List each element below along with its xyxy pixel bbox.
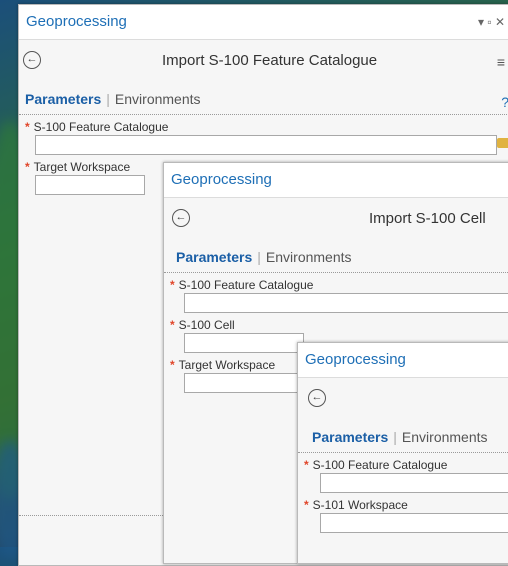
tabs: Parameters | Environments ?	[19, 84, 508, 115]
tab-separator: |	[257, 249, 261, 265]
required-star: *	[304, 458, 309, 472]
pane-title: Geoprocessing	[298, 343, 508, 378]
folder-icon[interactable]	[497, 138, 508, 148]
required-star: *	[170, 318, 175, 332]
back-icon[interactable]: ←	[172, 209, 190, 227]
target-workspace-input[interactable]	[35, 175, 145, 195]
param-label: * S-101 Workspace	[304, 498, 408, 512]
target-workspace-input[interactable]	[184, 373, 304, 393]
tool-header: ← Import S-100 Feature Catalogue ≡	[19, 40, 508, 84]
tab-separator: |	[106, 91, 110, 107]
help-icon[interactable]: ?	[501, 87, 508, 117]
tab-parameters[interactable]: Parameters	[176, 249, 252, 265]
required-star: *	[170, 358, 175, 372]
s100-cell-input[interactable]	[184, 333, 304, 353]
required-star: *	[25, 120, 30, 134]
param-feature-catalogue: * S-100 Feature Catalogue	[298, 457, 508, 493]
feature-catalogue-input[interactable]	[35, 135, 497, 155]
tab-separator: |	[393, 429, 397, 445]
feature-catalogue-input[interactable]	[184, 293, 508, 313]
window-controls-icon[interactable]: ▾ ▫ ✕	[478, 5, 505, 39]
tab-parameters[interactable]: Parameters	[312, 429, 388, 445]
geoprocessing-pane-3: Geoprocessing ← Parameters | Environments …	[297, 342, 508, 564]
pane-title: Geoprocessing ▾ ▫ ✕	[19, 5, 508, 40]
tabs: Parameters | Environments	[298, 422, 508, 453]
param-s101-workspace: * S-101 Workspace	[298, 497, 508, 533]
menu-icon[interactable]: ≡	[497, 54, 505, 70]
param-label: * S-100 Feature Catalogue	[170, 278, 314, 292]
pane-title-text: Geoprocessing	[26, 13, 127, 30]
tab-environments[interactable]: Environments	[266, 249, 352, 265]
param-feature-catalogue: * S-100 Feature Catalogue	[164, 277, 508, 313]
param-label: * S-100 Cell	[170, 318, 235, 332]
back-icon[interactable]: ←	[308, 389, 326, 407]
tool-title: Import S-100 Cell	[369, 210, 486, 227]
tool-title: Import S-100 Feature Catalogue	[162, 52, 378, 69]
param-feature-catalogue: * S-100 Feature Catalogue	[19, 119, 508, 155]
pane-title-text: Geoprocessing	[171, 171, 272, 188]
param-label: * S-100 Feature Catalogue	[304, 458, 448, 472]
back-icon[interactable]: ←	[23, 51, 41, 69]
tool-header: ←	[298, 378, 508, 422]
tool-header: ← Import S-100 Cell	[164, 198, 508, 242]
tab-parameters[interactable]: Parameters	[25, 91, 101, 107]
tabs: Parameters | Environments	[164, 242, 508, 273]
feature-catalogue-input[interactable]	[320, 473, 508, 493]
s101-workspace-input[interactable]	[320, 513, 508, 533]
tab-environments[interactable]: Environments	[115, 91, 201, 107]
required-star: *	[170, 278, 175, 292]
pane-title: Geoprocessing	[164, 163, 508, 198]
tab-environments[interactable]: Environments	[402, 429, 488, 445]
required-star: *	[25, 160, 30, 174]
param-label: * S-100 Feature Catalogue	[25, 120, 169, 134]
pane-title-text: Geoprocessing	[305, 351, 406, 368]
required-star: *	[304, 498, 309, 512]
